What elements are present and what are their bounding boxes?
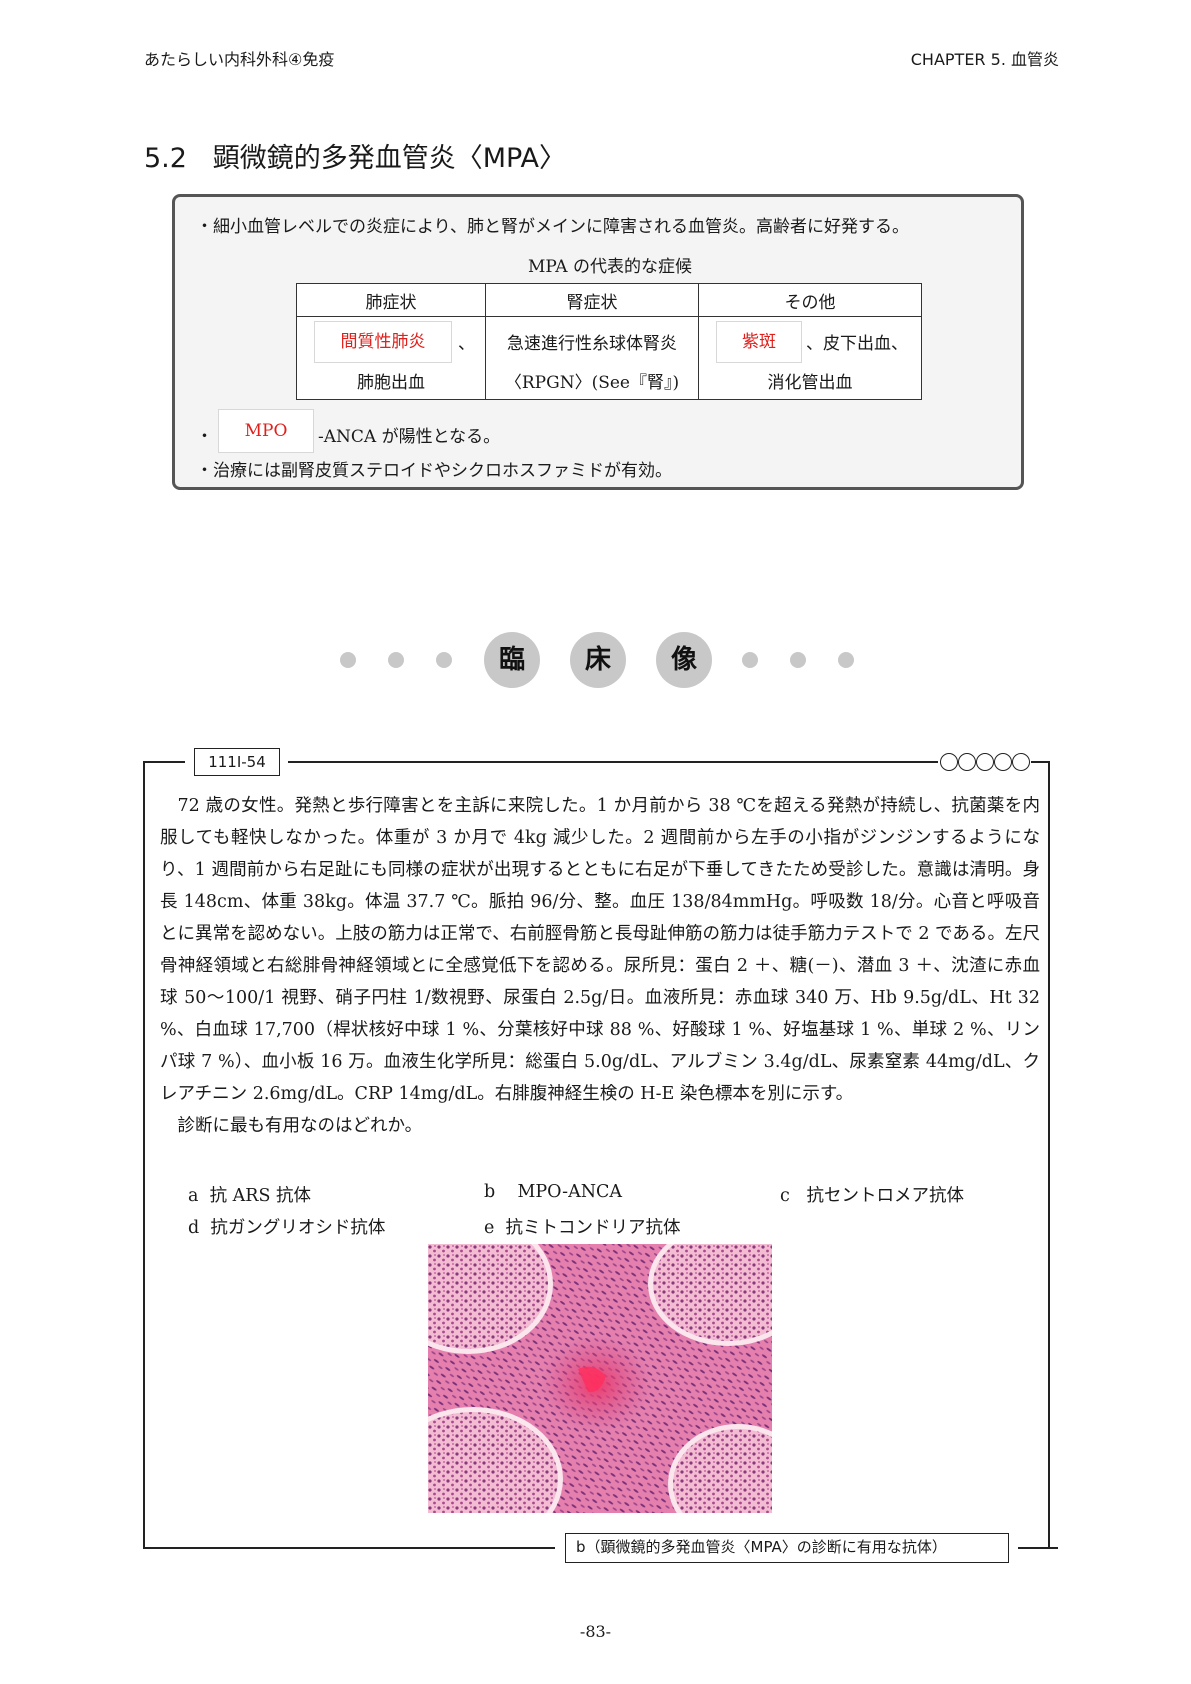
- symptom-table: 肺症状 腎症状 その他 間質性肺炎 、 肺胞出血 急速進行性糸球体腎炎 〈RPG…: [296, 283, 922, 400]
- choice-b: b MPO-ANCA: [484, 1182, 622, 1202]
- blank-lung: 間質性肺炎: [314, 321, 452, 363]
- choice-text: 抗ミトコンドリア抗体: [505, 1218, 681, 1238]
- book-title: あたらしい内科外科④免疫: [144, 50, 335, 69]
- table-body-row: 間質性肺炎 、 肺胞出血 急速進行性糸球体腎炎 〈RPGN〉(See『腎』) 紫…: [296, 316, 922, 400]
- difficulty-circle: [994, 753, 1012, 771]
- question-paragraph: 72 歳の女性。発熱と歩行障害とを主訴に来院した。1 か月前から 38 ℃を超え…: [160, 796, 1040, 1104]
- decor-dot: [340, 652, 356, 668]
- cell-other: 紫斑 、皮下出血、 消化管出血: [698, 316, 922, 400]
- summary-line-2-bullet: ・: [196, 427, 213, 447]
- blank-other: 紫斑: [716, 321, 802, 363]
- page-number: -83-: [579, 1622, 612, 1641]
- choice-text: MPO-ANCA: [517, 1182, 623, 1202]
- answer-box: b（顕微鏡的多発血管炎〈MPA〉の診断に有用な抗体）: [565, 1533, 1009, 1563]
- decor-dot: [388, 652, 404, 668]
- choice-key: e: [484, 1218, 495, 1238]
- difficulty-circle: [976, 753, 994, 771]
- lung-comma: 、: [458, 334, 475, 354]
- choice-d: d 抗ガングリオシド抗体: [188, 1214, 385, 1239]
- frame-bottom-left: [143, 1547, 555, 1549]
- decor-dot: [436, 652, 452, 668]
- table-caption: MPA の代表的な症候: [528, 257, 692, 277]
- section-heading: 5.2 顕微鏡的多発血管炎〈MPA〉: [144, 136, 566, 175]
- decor-dot: [838, 652, 854, 668]
- cell-lung: 間質性肺炎 、 肺胞出血: [296, 316, 486, 400]
- choice-key: b: [484, 1182, 496, 1202]
- kidney-line1: 急速進行性糸球体腎炎: [507, 334, 677, 354]
- clinical-char-3: 像: [656, 632, 712, 688]
- summary-line-3: ・治療には副腎皮質ステロイドやシクロホスファミドが有効。: [196, 461, 672, 481]
- choice-key: d: [188, 1218, 200, 1238]
- header-lung: 肺症状: [296, 283, 486, 317]
- summary-line-1: ・細小血管レベルでの炎症により、肺と腎がメインに障害される血管炎。高齢者に好発す…: [196, 217, 909, 237]
- table-header-row: 肺症状 腎症状 その他: [296, 283, 922, 317]
- choice-text: 抗セントロメア抗体: [806, 1186, 965, 1206]
- clinical-char-1: 臨: [484, 632, 540, 688]
- frame-bottom-right: [1018, 1547, 1058, 1549]
- choice-text: 抗ガングリオシド抗体: [210, 1218, 386, 1238]
- difficulty-circle: [958, 753, 976, 771]
- choice-text: 抗 ARS 抗体: [209, 1186, 312, 1206]
- frame-top-right: [1031, 761, 1049, 763]
- other-after: 、皮下出血、: [806, 334, 908, 354]
- lung-line2: 肺胞出血: [357, 373, 425, 393]
- frame-left: [143, 761, 145, 1548]
- section-title: 顕微鏡的多発血管炎〈MPA〉: [212, 143, 567, 174]
- other-line2: 消化管出血: [767, 373, 853, 393]
- question-prompt: 診断に最も有用なのはどれか。: [177, 1116, 423, 1136]
- summary-line-2: -ANCA が陽性となる。: [318, 427, 501, 447]
- header-other: その他: [698, 283, 922, 317]
- decor-dot: [790, 652, 806, 668]
- blank-mpo: MPO: [218, 409, 314, 453]
- clinical-char-2: 床: [570, 632, 626, 688]
- choice-c: c 抗セントロメア抗体: [780, 1182, 964, 1207]
- question-id: 111I-54: [194, 748, 280, 776]
- histology-image: [428, 1244, 772, 1513]
- difficulty-circle: [940, 753, 958, 771]
- difficulty-circle: [1012, 753, 1030, 771]
- choice-e: e 抗ミトコンドリア抗体: [484, 1214, 681, 1239]
- frame-top-mid: [288, 761, 938, 763]
- kidney-line2: 〈RPGN〉(See『腎』): [504, 373, 680, 393]
- frame-top-left: [143, 761, 185, 763]
- choice-a: a 抗 ARS 抗体: [188, 1182, 311, 1207]
- decor-dot: [742, 652, 758, 668]
- chapter-title: CHAPTER 5. 血管炎: [910, 50, 1059, 69]
- section-number: 5.2: [144, 143, 187, 174]
- header-kidney: 腎症状: [485, 283, 699, 317]
- frame-right: [1048, 761, 1050, 1548]
- choice-key: c: [780, 1186, 790, 1206]
- question-stem: 72 歳の女性。発熱と歩行障害とを主訴に来院した。1 か月前から 38 ℃を超え…: [160, 790, 1040, 1142]
- cell-kidney: 急速進行性糸球体腎炎 〈RPGN〉(See『腎』): [485, 316, 699, 400]
- choice-key: a: [188, 1186, 199, 1206]
